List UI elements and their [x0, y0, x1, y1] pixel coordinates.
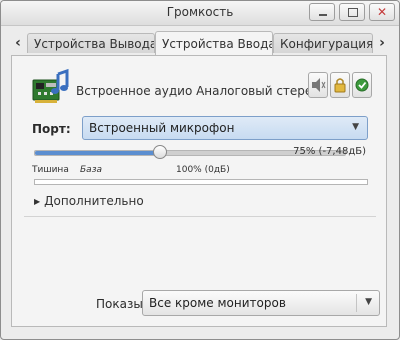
tab-bar: ‹ Устройства Вывода Устройства Ввода Кон…: [11, 31, 389, 55]
port-label: Порт:: [32, 122, 71, 136]
lock-icon: [334, 78, 346, 93]
minimize-button[interactable]: [309, 3, 335, 21]
device-name: Встроенное аудио Аналоговый стерео: [76, 84, 320, 98]
combo-divider: [356, 294, 357, 312]
port-select[interactable]: Встроенный микрофон ▼: [82, 116, 368, 140]
peak-level-meter: [34, 179, 368, 185]
advanced-expander[interactable]: ▶ Дополнительно: [34, 194, 144, 208]
titlebar[interactable]: Громкость ✕: [1, 1, 399, 26]
advanced-label: Дополнительно: [44, 194, 144, 208]
volume-window: Громкость ✕ ‹ Устройства Вывода Устройст…: [0, 0, 400, 340]
maximize-icon: [340, 4, 364, 20]
mark-base: База: [80, 165, 102, 175]
tab-input-devices[interactable]: Устройства Ввода: [155, 31, 273, 55]
maximize-button[interactable]: [339, 3, 365, 21]
mute-button[interactable]: [308, 72, 328, 98]
show-filter-select[interactable]: Все кроме мониторов ▼: [142, 290, 380, 316]
minimize-icon: [310, 4, 334, 20]
mark-silence: Тишина: [32, 165, 69, 175]
volume-readout: 75% (-7,48дБ): [293, 146, 366, 157]
volume-slider-thumb[interactable]: [153, 145, 167, 159]
close-icon: ✕: [376, 5, 388, 19]
expander-arrow-icon: ▶: [34, 197, 41, 206]
tab-configuration[interactable]: Конфигурация: [273, 33, 373, 53]
tab-output-devices[interactable]: Устройства Вывода: [27, 33, 155, 53]
close-button[interactable]: ✕: [369, 3, 395, 21]
chevron-down-icon: ▼: [352, 122, 359, 132]
sound-card-icon: [32, 68, 69, 103]
checkmark-icon: [355, 78, 369, 92]
input-devices-panel: Встроенное аудио Аналоговый стерео Порт:…: [11, 55, 387, 327]
tab-scroll-right-icon[interactable]: ›: [375, 33, 389, 53]
volume-slider-fill: [35, 151, 159, 155]
speaker-mute-icon: [312, 78, 326, 92]
set-default-button[interactable]: [352, 72, 372, 98]
lock-channels-button[interactable]: [330, 72, 350, 98]
separator: [24, 216, 376, 217]
tab-scroll-left-icon[interactable]: ‹: [11, 33, 25, 53]
show-filter-value: Все кроме мониторов: [149, 296, 286, 310]
mark-full: 100% (0дБ): [176, 165, 230, 175]
port-select-value: Встроенный микрофон: [89, 121, 235, 135]
chevron-down-icon: ▼: [365, 297, 372, 307]
